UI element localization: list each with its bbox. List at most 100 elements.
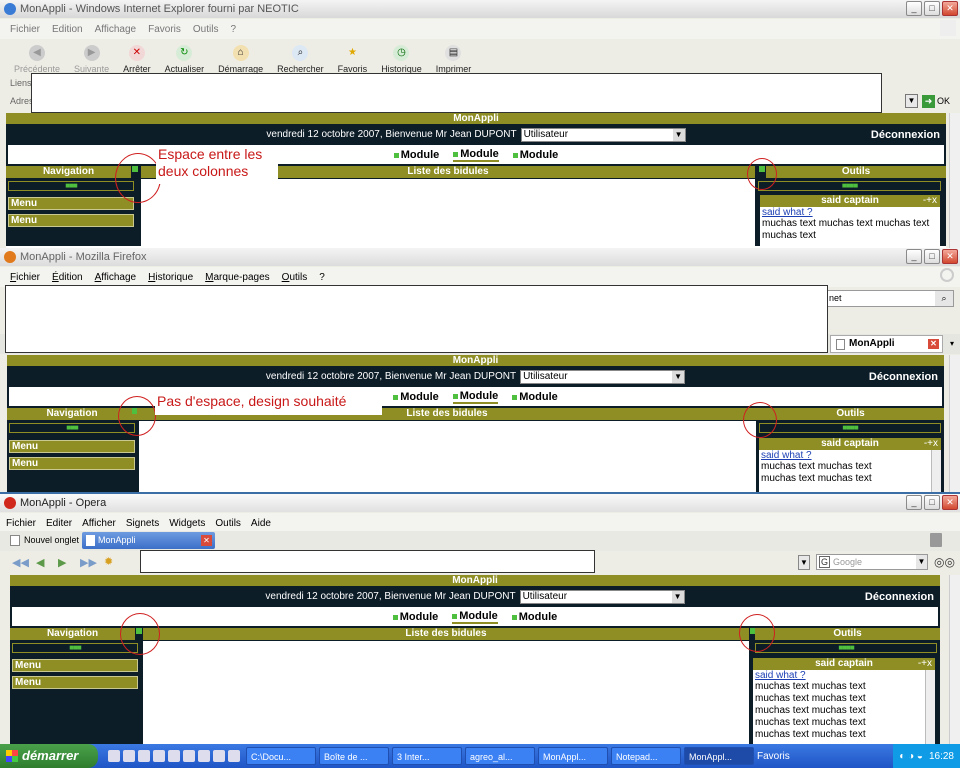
logout-link[interactable]: Déconnexion [869, 371, 938, 383]
op-menu-fichier[interactable]: Fichier [6, 518, 36, 529]
ie-favorites-button[interactable]: ★ Favoris [338, 45, 368, 74]
box-link[interactable]: said what ? [760, 207, 940, 218]
quicklaunch-icon[interactable] [108, 750, 120, 762]
op-menu-editer[interactable]: Editer [46, 518, 72, 529]
op-search-field[interactable]: G Google ▼ [816, 554, 928, 570]
nav-menu-item[interactable]: Menu [12, 676, 138, 689]
ff-tab-list-button[interactable]: ▾ [946, 335, 958, 353]
ie-scrollbar[interactable] [949, 113, 960, 248]
minimize-icon[interactable]: _ [906, 249, 922, 264]
ff-menu-edition[interactable]: Édition [52, 272, 83, 283]
op-scrollbar[interactable] [949, 575, 960, 744]
role-select[interactable]: Utilisateur ▼ [520, 369, 686, 384]
tab-close-icon[interactable]: ✕ [201, 535, 212, 546]
ff-menu-help[interactable]: ? [319, 272, 325, 283]
op-next-icon[interactable]: ▶ [58, 556, 66, 569]
box-link[interactable]: said what ? [753, 670, 935, 681]
quicklaunch-icon[interactable] [198, 750, 210, 762]
tray-icons[interactable]: ◐ ◑ ◒ [899, 751, 923, 762]
ie-menu-edition[interactable]: Edition [52, 24, 83, 35]
ie-search-button[interactable]: ⌕ Rechercher [277, 45, 324, 74]
nav-menu-item[interactable]: Menu [12, 659, 138, 672]
op-menu-outils[interactable]: Outils [215, 518, 241, 529]
module-link[interactable]: Module [394, 149, 440, 161]
box-link[interactable]: said what ? [759, 450, 941, 461]
op-trash-icon[interactable] [930, 533, 942, 547]
quicklaunch-icon[interactable] [228, 750, 240, 762]
box-controls[interactable]: -+x [923, 195, 937, 207]
module-link[interactable]: Module [393, 391, 439, 403]
op-menu-aide[interactable]: Aide [251, 518, 271, 529]
ie-menu-affichage[interactable]: Affichage [95, 24, 137, 35]
ff-menu-fichier[interactable]: Fichier [10, 272, 40, 283]
ie-refresh-button[interactable]: ↻ Actualiser [165, 45, 204, 74]
maximize-icon[interactable]: □ [924, 495, 940, 510]
role-select[interactable]: Utilisateur ▼ [520, 127, 686, 142]
tab-close-icon[interactable]: ✕ [928, 339, 939, 349]
ie-history-button[interactable]: ◷ Historique [381, 45, 422, 74]
module-link[interactable]: Module [393, 611, 439, 623]
op-binoculars-icon[interactable]: ◎◎ [934, 555, 955, 569]
ff-menu-outils[interactable]: Outils [282, 272, 308, 283]
op-menu-signets[interactable]: Signets [126, 518, 159, 529]
op-reload-icon[interactable]: ✹ [104, 555, 113, 568]
ff-menu-marque-pages[interactable]: Marque-pages [205, 272, 270, 283]
op-menu-afficher[interactable]: Afficher [82, 518, 116, 529]
op-back-icon[interactable]: ◀◀ [12, 556, 29, 569]
minimize-icon[interactable]: _ [906, 495, 922, 510]
module-link[interactable]: Module [513, 149, 559, 161]
taskbar-item[interactable]: agreo_al... [465, 747, 535, 765]
taskbar-item[interactable]: Notepad... [611, 747, 681, 765]
ie-menu-help[interactable]: ? [230, 24, 236, 35]
close-icon[interactable]: ✕ [942, 1, 958, 16]
ff-scrollbar[interactable] [949, 355, 960, 492]
ie-menu-outils[interactable]: Outils [193, 24, 219, 35]
quicklaunch-icon[interactable] [183, 750, 195, 762]
logout-link[interactable]: Déconnexion [865, 591, 934, 603]
op-prev-icon[interactable]: ◀ [36, 556, 44, 569]
ff-tab[interactable]: MonAppli ✕ [830, 335, 943, 353]
taskbar-item[interactable]: C:\Docu... [246, 747, 316, 765]
quicklaunch-icon[interactable] [123, 750, 135, 762]
ff-menu-affichage[interactable]: Affichage [95, 272, 137, 283]
box-scrollbar[interactable] [931, 450, 941, 492]
op-address-dropdown[interactable]: ▼ [798, 555, 810, 570]
ie-print-button[interactable]: ▤ Imprimer [436, 45, 471, 74]
box-controls[interactable]: -+x [924, 438, 938, 450]
ie-menu-favoris[interactable]: Favoris [148, 24, 181, 35]
box-controls[interactable]: -+x [918, 658, 932, 670]
ie-address-dropdown[interactable]: ▼ [905, 94, 918, 108]
quicklaunch-icon[interactable] [213, 750, 225, 762]
ie-go-button[interactable]: ➜ OK [922, 94, 950, 108]
logout-link[interactable]: Déconnexion [871, 129, 940, 141]
search-icon[interactable]: ⌕ [935, 291, 953, 306]
op-menu-widgets[interactable]: Widgets [169, 518, 205, 529]
maximize-icon[interactable]: □ [924, 249, 940, 264]
ie-stop-button[interactable]: ✕ Arrêter [123, 45, 151, 74]
ie-home-button[interactable]: ⌂ Démarrage [218, 45, 263, 74]
quicklaunch-icon[interactable] [138, 750, 150, 762]
taskbar-item[interactable]: MonAppl... [538, 747, 608, 765]
taskbar-item[interactable]: 3 Inter... [392, 747, 462, 765]
maximize-icon[interactable]: □ [924, 1, 940, 16]
nav-menu-item[interactable]: Menu [8, 197, 134, 210]
module-link-active[interactable]: Module [452, 610, 498, 624]
start-button[interactable]: démarrer [0, 744, 98, 768]
quicklaunch-icon[interactable] [153, 750, 165, 762]
ff-search-field[interactable]: net ⌕ [826, 290, 954, 307]
role-select[interactable]: Utilisateur ▼ [519, 589, 685, 604]
module-link-active[interactable]: Module [452, 390, 499, 404]
ff-menu-historique[interactable]: Historique [148, 272, 193, 283]
op-tab[interactable]: MonAppli ✕ [82, 532, 215, 549]
minimize-icon[interactable]: _ [906, 1, 922, 16]
taskbar-item-active[interactable]: MonAppl... [684, 747, 754, 765]
module-link-active[interactable]: Module [453, 148, 499, 162]
ie-forward-button[interactable]: ▶ Suivante [74, 45, 109, 74]
ie-back-button[interactable]: ◀ Précédente [14, 45, 60, 74]
module-link[interactable]: Module [512, 391, 558, 403]
close-icon[interactable]: ✕ [942, 249, 958, 264]
op-fastforward-icon[interactable]: ▶▶ [80, 556, 97, 569]
module-link[interactable]: Module [512, 611, 558, 623]
close-icon[interactable]: ✕ [942, 495, 958, 510]
nav-menu-item[interactable]: Menu [9, 440, 135, 453]
